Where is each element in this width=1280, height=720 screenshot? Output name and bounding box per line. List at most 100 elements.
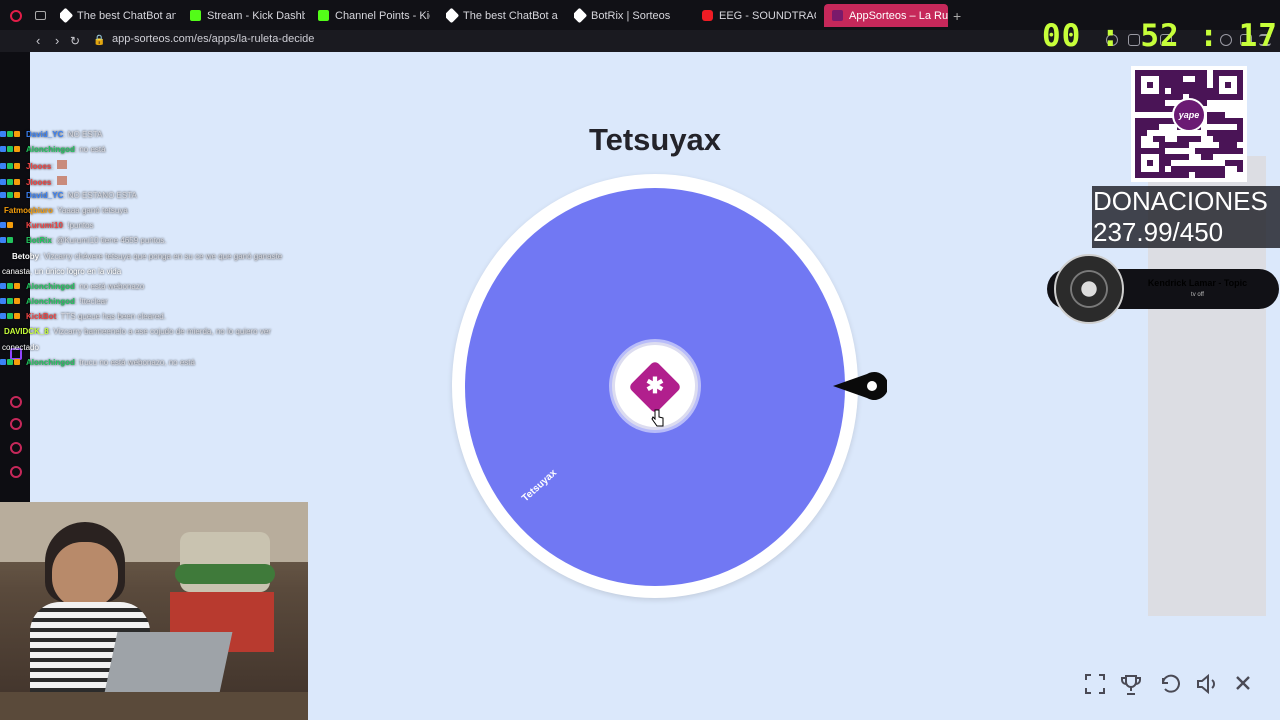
botrix-icon bbox=[446, 7, 460, 24]
yape-logo-icon: yape bbox=[1172, 98, 1206, 132]
tab-1[interactable] bbox=[35, 4, 49, 27]
undo-icon[interactable] bbox=[1157, 673, 1181, 697]
tab-0[interactable] bbox=[10, 4, 24, 27]
chat-line: Alonchingod: !tteclear bbox=[0, 297, 300, 312]
tab-8-active[interactable]: AppSorteos – La Ruleta de bbox=[824, 4, 948, 27]
chat-line: canasta, un único logro en la vida bbox=[0, 267, 300, 282]
tab-4[interactable]: Channel Points - Kick Da bbox=[318, 4, 430, 27]
chat-user: Alonchingod bbox=[26, 297, 75, 307]
chat-message: : Yaaaa ganó tetsuya bbox=[52, 205, 128, 215]
chat-line: David_YC: NO ESTA bbox=[0, 130, 300, 145]
chat-user: Betoby bbox=[12, 251, 40, 261]
chat-user: BotRix bbox=[26, 236, 52, 246]
tab-7[interactable]: EEG - SOUNDTRACKS ÉP bbox=[702, 4, 816, 27]
chat-message: : no está webonazo bbox=[74, 281, 145, 291]
chat-badges-icon bbox=[0, 236, 26, 245]
tab-label: AppSorteos – La Ruleta de bbox=[849, 9, 948, 22]
youtube-icon bbox=[702, 10, 713, 21]
chat-line: Alonchingod: trucu no está webonazo, no … bbox=[0, 358, 300, 373]
chat-badges-icon bbox=[0, 358, 26, 367]
chat-line: Jlooes: bbox=[0, 160, 300, 175]
chat-line: Fatmoqbiuro: Yaaaa ganó tetsuya bbox=[0, 206, 300, 221]
chat-badges-icon bbox=[0, 130, 26, 139]
chat-message: : @Kurumi10 tiene 4659 puntos. bbox=[51, 236, 167, 246]
sparkle-icon: ✱ bbox=[645, 373, 665, 398]
chat-user: David_YC bbox=[26, 190, 64, 200]
emote-icon bbox=[56, 160, 67, 170]
table bbox=[0, 692, 308, 720]
vinyl-record-icon bbox=[1054, 254, 1124, 324]
chat-message: conectado bbox=[2, 342, 39, 352]
green-bowl bbox=[175, 564, 275, 584]
chat-user: Fatmoqbiuro bbox=[4, 205, 53, 215]
song-subtitle: tv off bbox=[1191, 292, 1204, 298]
forward-icon[interactable]: › bbox=[55, 33, 59, 49]
chat-message: : TTS queue has been cleared. bbox=[56, 312, 166, 322]
emote-icon bbox=[56, 175, 67, 185]
tab-6[interactable]: BotRix | Sorteos bbox=[574, 4, 684, 27]
chat-message: : Vizcarry chévere tetsuya que ponga en … bbox=[39, 251, 283, 261]
chat-badges-icon bbox=[0, 191, 26, 200]
new-tab-button[interactable]: + bbox=[953, 4, 963, 27]
lock-icon: 🔒 bbox=[93, 35, 106, 46]
chat-line: Betoby: Vizcarry chévere tetsuya que pon… bbox=[0, 252, 300, 267]
volume-icon[interactable] bbox=[1195, 673, 1219, 697]
chat-line: BotRix: @Kurumi10 tiene 4659 puntos. bbox=[0, 236, 300, 251]
chat-message: : bbox=[51, 162, 54, 172]
kick-icon bbox=[318, 10, 329, 21]
chat-line: Alonchingod: no está webonazo bbox=[0, 282, 300, 297]
chat-line: David_YC: NO ESTANO ESTA bbox=[0, 191, 300, 206]
chat-message: : bbox=[51, 177, 54, 187]
donations-value: 237.99/450 bbox=[1093, 217, 1224, 247]
chat-badges-icon bbox=[0, 312, 26, 321]
chat-user: KickBot bbox=[26, 312, 57, 322]
chat-user: Alonchingod bbox=[26, 145, 75, 155]
hand-cursor-icon bbox=[651, 409, 664, 427]
webcam-feed bbox=[0, 502, 308, 720]
chat-line: Kurumi10: !puntos bbox=[0, 221, 300, 236]
player-icon[interactable] bbox=[10, 396, 22, 408]
tab-5[interactable]: The best ChatBot and W bbox=[446, 4, 558, 27]
donations-label: DONACIONES bbox=[1093, 186, 1268, 216]
chat-message: : no está bbox=[74, 145, 106, 155]
reload-icon[interactable]: ↻ bbox=[70, 33, 80, 49]
history-icon[interactable] bbox=[10, 418, 22, 430]
plus-icon: + bbox=[953, 7, 962, 24]
extensions-icon[interactable] bbox=[10, 442, 22, 454]
kick-icon bbox=[190, 10, 201, 21]
workspace-icon bbox=[35, 11, 46, 20]
chat-user: Alonchingod bbox=[26, 281, 75, 291]
chat-badges-icon bbox=[0, 282, 26, 291]
tab-3[interactable]: Stream - Kick Dashboard bbox=[190, 4, 305, 27]
url-field[interactable]: app-sorteos.com/es/apps/la-ruleta-decide bbox=[112, 33, 314, 45]
close-icon[interactable] bbox=[1231, 673, 1255, 697]
chat-message: : !puntos bbox=[62, 221, 94, 231]
person-face bbox=[52, 542, 118, 608]
chat-line: Jlooes: bbox=[0, 175, 300, 191]
botrix-icon bbox=[574, 7, 588, 24]
donations-panel: DONACIONES 237.99/450 bbox=[1092, 186, 1280, 248]
chat-line: Alonchingod: no está bbox=[0, 145, 300, 160]
trophy-icon[interactable] bbox=[1119, 673, 1143, 697]
chat-badges-icon bbox=[0, 162, 26, 171]
chat-badges-icon bbox=[0, 221, 26, 230]
back-icon[interactable]: ‹ bbox=[36, 33, 40, 49]
chat-user: Jlooes bbox=[26, 162, 52, 172]
chat-badges-icon bbox=[0, 145, 26, 154]
chat-line: conectado bbox=[0, 343, 300, 358]
chat-message: : NO ESTANO ESTA bbox=[63, 190, 137, 200]
stream-timer: 00 : 52 : 17 bbox=[1042, 18, 1278, 54]
chat-user: DAVIDCK_8 bbox=[4, 327, 49, 337]
chat-user: Kurumi10 bbox=[26, 221, 63, 231]
chat-message: : !tteclear bbox=[74, 297, 108, 307]
wheel-pointer-icon bbox=[833, 372, 887, 400]
chat-badges-icon bbox=[0, 297, 26, 306]
tab-2[interactable]: The best ChatBot and bbox=[60, 4, 176, 27]
appsorteos-icon bbox=[832, 10, 843, 21]
chat-message: : Vizcarry banneenelo a ese cojudo de mi… bbox=[48, 327, 271, 337]
settings-icon[interactable] bbox=[10, 466, 22, 478]
fullscreen-icon[interactable] bbox=[1083, 673, 1107, 697]
chat-line: KickBot: TTS queue has been cleared. bbox=[0, 312, 300, 327]
chat-user: Jlooes bbox=[26, 177, 52, 187]
opera-icon bbox=[10, 9, 22, 22]
